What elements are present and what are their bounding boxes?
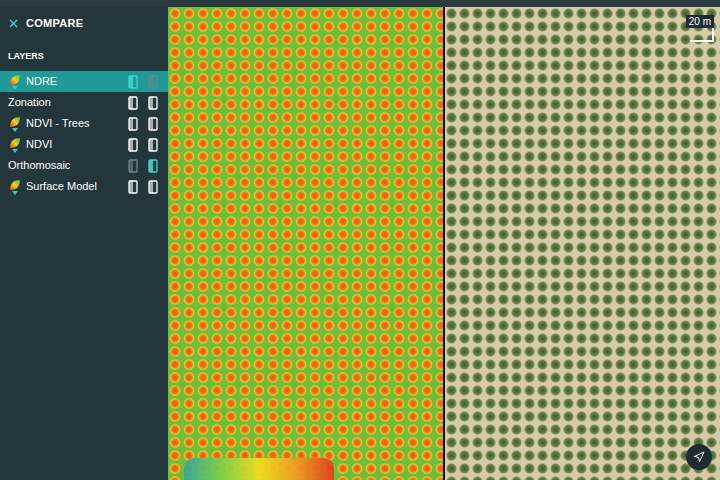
left-pane-toggle-icon[interactable] bbox=[128, 159, 138, 173]
layer-row[interactable]: NDRE bbox=[0, 71, 168, 92]
ndre-map[interactable] bbox=[168, 7, 443, 480]
right-pane-toggle-icon[interactable] bbox=[148, 75, 158, 89]
layer-name: NDVI - Trees bbox=[26, 115, 128, 132]
layer-name: NDVI bbox=[26, 136, 128, 153]
leaf-icon bbox=[9, 137, 21, 149]
scale-bar: 20 m bbox=[686, 15, 714, 42]
layer-row[interactable]: Zonation bbox=[0, 92, 168, 113]
layer-name: NDRE bbox=[26, 73, 128, 90]
caret-down-icon bbox=[12, 128, 18, 132]
layer-name: Zonation bbox=[8, 94, 128, 111]
leaf-icon bbox=[9, 116, 21, 128]
panel-title: COMPARE bbox=[26, 15, 83, 32]
app: COMPARE LAYERSNDRE Zonation NDVI - Trees NDV… bbox=[0, 0, 720, 480]
right-pane-toggle-icon[interactable] bbox=[148, 180, 158, 194]
close-icon[interactable] bbox=[7, 17, 20, 30]
right-pane-toggle-icon[interactable] bbox=[148, 96, 158, 110]
layer-row[interactable]: Surface Model bbox=[0, 176, 168, 197]
left-pane-toggle-icon[interactable] bbox=[128, 180, 138, 194]
left-pane-toggle-icon[interactable] bbox=[128, 75, 138, 89]
right-pane-toggle-icon[interactable] bbox=[148, 159, 158, 173]
layer-index-icon[interactable] bbox=[8, 137, 22, 153]
layer-name: Orthomosaic bbox=[8, 157, 128, 174]
leaf-icon bbox=[9, 179, 21, 191]
scale-label: 20 m bbox=[686, 15, 714, 28]
legend-histogram bbox=[184, 458, 334, 480]
right-pane-toggle-icon[interactable] bbox=[148, 138, 158, 152]
compare-view: 20 m bbox=[168, 7, 720, 480]
right-pane-toggle-icon[interactable] bbox=[148, 117, 158, 131]
layer-row[interactable]: Orthomosaic bbox=[0, 155, 168, 176]
layer-name: Surface Model bbox=[26, 178, 128, 195]
leaf-icon bbox=[9, 74, 21, 86]
caret-down-icon bbox=[12, 149, 18, 153]
top-bar bbox=[0, 0, 720, 7]
compare-header: COMPARE bbox=[0, 7, 168, 50]
layer-index-icon[interactable] bbox=[8, 74, 22, 90]
sidebar: COMPARE LAYERSNDRE Zonation NDVI - Trees NDV… bbox=[0, 7, 168, 480]
locate-button[interactable] bbox=[686, 444, 712, 470]
layer-index-icon[interactable] bbox=[8, 179, 22, 195]
caret-down-icon bbox=[12, 191, 18, 195]
section-label: LAYERS bbox=[0, 50, 168, 72]
left-pane-toggle-icon[interactable] bbox=[128, 96, 138, 110]
left-pane-toggle-icon[interactable] bbox=[128, 138, 138, 152]
layer-list: NDRE Zonation NDVI - Trees NDVI Orthomosaic S… bbox=[0, 71, 168, 197]
layer-row[interactable]: NDVI bbox=[0, 134, 168, 155]
layer-index-icon[interactable] bbox=[8, 116, 22, 132]
locate-icon bbox=[693, 451, 705, 463]
left-pane-toggle-icon[interactable] bbox=[128, 117, 138, 131]
orthomosaic-map[interactable]: 20 m bbox=[445, 7, 720, 480]
layer-row[interactable]: NDVI - Trees bbox=[0, 113, 168, 134]
caret-down-icon bbox=[12, 86, 18, 90]
